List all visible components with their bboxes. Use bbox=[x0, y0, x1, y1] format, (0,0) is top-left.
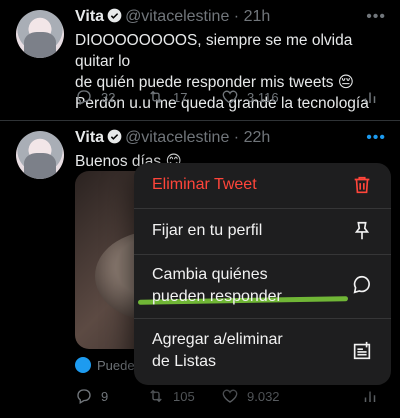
speech-bubble-icon bbox=[353, 275, 370, 294]
menu-item-label-line: de Listas bbox=[152, 353, 217, 370]
menu-item-label-line: Agregar a/eliminar bbox=[152, 331, 283, 348]
analytics-button[interactable] bbox=[361, 88, 379, 106]
menu-item-add-remove-lists[interactable]: Agregar a/eliminar de Listas bbox=[134, 319, 391, 385]
menu-item-label-line: Cambia quiénes bbox=[152, 266, 268, 283]
menu-item-label: Eliminar Tweet bbox=[152, 176, 257, 193]
tweet-options-menu: Eliminar Tweet Fijar en tu perfil Cambia… bbox=[134, 163, 391, 385]
pin-icon bbox=[354, 221, 370, 240]
reply-restriction-note: Puedes bbox=[75, 357, 141, 373]
menu-item-change-who-can-reply[interactable]: Cambia quiénes pueden responder bbox=[134, 255, 391, 319]
retweet-icon bbox=[150, 90, 162, 104]
reply-button[interactable]: 9 bbox=[75, 387, 108, 405]
analytics-button[interactable] bbox=[361, 387, 379, 405]
author-handle[interactable]: @vitacelestine · 22h bbox=[125, 129, 270, 146]
trash-icon bbox=[354, 176, 370, 194]
reply-count: 9 bbox=[101, 388, 109, 404]
menu-item-label-line: pueden responder bbox=[152, 288, 282, 305]
retweet-button[interactable]: 17 bbox=[147, 88, 187, 106]
tweet-header: Vita @vitacelestine · 22h bbox=[75, 129, 270, 147]
retweet-button[interactable]: 105 bbox=[147, 387, 195, 405]
menu-item-label: Fijar en tu perfil bbox=[152, 222, 263, 239]
verified-badge-icon bbox=[107, 129, 122, 144]
retweet-count: 17 bbox=[173, 89, 188, 105]
like-count: 9.032 bbox=[247, 388, 280, 404]
heart-icon bbox=[222, 90, 238, 104]
tweet-actions: 32 17 3.116 bbox=[75, 88, 385, 108]
like-button[interactable]: 3.116 bbox=[221, 88, 279, 106]
menu-item-pin-to-profile[interactable]: Fijar en tu perfil bbox=[134, 209, 391, 255]
menu-item-delete-tweet[interactable]: Eliminar Tweet bbox=[134, 163, 391, 209]
avatar[interactable] bbox=[16, 131, 64, 179]
verified-badge-icon bbox=[107, 8, 122, 23]
like-button[interactable]: 9.032 bbox=[221, 387, 280, 405]
author-handle[interactable]: @vitacelestine · 21h bbox=[125, 8, 270, 25]
reply-icon bbox=[77, 389, 91, 404]
like-count: 3.116 bbox=[247, 89, 279, 105]
heart-icon bbox=[222, 389, 238, 403]
analytics-icon bbox=[364, 391, 376, 402]
tweet-header: Vita @vitacelestine · 21h bbox=[75, 8, 270, 26]
reply-button[interactable]: 32 bbox=[75, 88, 115, 106]
retweet-count: 105 bbox=[173, 388, 195, 404]
reply-icon bbox=[77, 90, 91, 105]
author-name[interactable]: Vita bbox=[75, 129, 104, 146]
author-name[interactable]: Vita bbox=[75, 8, 104, 25]
tweet[interactable]: Vita @vitacelestine · 21h ••• DIOOOOOOOOS… bbox=[0, 0, 400, 121]
more-options-icon[interactable]: ••• bbox=[366, 8, 386, 26]
tweet-text-line: DIOOOOOOOOS, siempre se me olvida quitar… bbox=[75, 32, 353, 70]
more-options-icon[interactable]: ••• bbox=[366, 129, 386, 147]
reply-count: 32 bbox=[101, 89, 116, 105]
menu-item-label: Agregar a/eliminar de Listas bbox=[152, 329, 283, 373]
people-icon bbox=[75, 357, 91, 373]
tweet-actions: 9 105 9.032 bbox=[75, 387, 385, 407]
list-add-icon bbox=[353, 341, 371, 360]
retweet-icon bbox=[150, 389, 162, 403]
avatar[interactable] bbox=[16, 10, 64, 58]
analytics-icon bbox=[364, 92, 376, 103]
menu-item-label: Cambia quiénes pueden responder bbox=[152, 264, 282, 308]
